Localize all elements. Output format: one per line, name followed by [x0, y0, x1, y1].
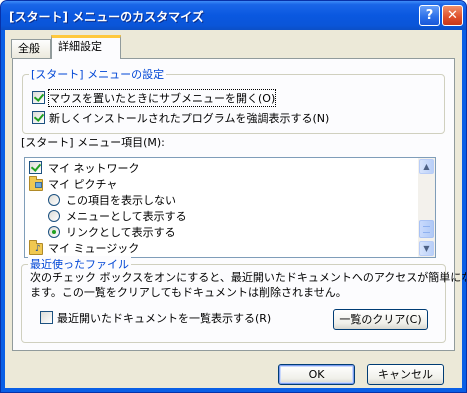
- scroll-thumb[interactable]: [419, 220, 434, 238]
- title-bar[interactable]: [スタート] メニューのカスタマイズ ? ✕: [1, 1, 466, 30]
- ok-button[interactable]: OK: [278, 364, 355, 385]
- list-item-label: マイ ミュージック: [48, 242, 140, 255]
- help-button[interactable]: ?: [419, 5, 440, 26]
- list-item-label: リンクとして表示する: [66, 226, 176, 239]
- start-menu-settings-label: [スタート] メニューの設定: [29, 66, 167, 82]
- my-pictures-folder-icon: [29, 176, 43, 191]
- scroll-up-button[interactable]: ▲: [419, 159, 434, 174]
- scroll-down-button[interactable]: ▼: [419, 241, 434, 256]
- highlight-new-programs-label[interactable]: 新しくインストールされたプログラムを強調表示する(N): [49, 110, 329, 126]
- start-menu-items-label: [スタート] メニュー項目(M):: [21, 136, 165, 149]
- list-item-label: マイ ピクチャ: [48, 178, 118, 191]
- tab-general[interactable]: 全般: [11, 39, 51, 58]
- window-title: [スタート] メニューのカスタマイズ: [9, 10, 204, 24]
- my-network-checkbox[interactable]: [29, 161, 42, 174]
- recent-documents-description-1: 次のチェック ボックスをオンにすると、最近開いたドキュメントへのアクセスが簡単に…: [30, 271, 467, 284]
- list-item-label: マイ ネットワーク: [48, 162, 140, 175]
- recent-documents-description-2: ます。この一覧をクリアしてもドキュメントは削除されません。: [30, 286, 347, 299]
- list-item-label: メニューとして表示する: [66, 210, 187, 223]
- cancel-button[interactable]: キャンセル: [367, 364, 444, 385]
- highlight-new-programs-checkbox[interactable]: [32, 111, 45, 124]
- tab-advanced[interactable]: 詳細設定: [51, 35, 121, 59]
- start-menu-items-list[interactable]: マイ ネットワーク マイ ピクチャ この項目を表示しない メニューとして表示する…: [24, 157, 436, 258]
- open-submenus-label[interactable]: マウスを置いたときにサブメニューを開く(O): [47, 89, 277, 107]
- clear-list-button[interactable]: 一覧のクリア(C): [333, 309, 428, 330]
- list-scrollbar[interactable]: ▲ ▼: [418, 158, 435, 257]
- list-recent-documents-checkbox[interactable]: [40, 311, 53, 324]
- radio-button[interactable]: [48, 210, 60, 222]
- radio-button[interactable]: [48, 226, 60, 238]
- close-button[interactable]: ✕: [442, 5, 463, 26]
- list-recent-documents-label[interactable]: 最近開いたドキュメントを一覧表示する(R): [57, 310, 271, 326]
- my-music-folder-icon: ♪: [29, 240, 43, 255]
- open-submenus-checkbox[interactable]: [32, 91, 45, 104]
- customize-start-menu-dialog: [スタート] メニューのカスタマイズ ? ✕ 全般 詳細設定 [スタート] メニ…: [0, 0, 467, 393]
- radio-button[interactable]: [48, 194, 60, 206]
- dialog-client-area: 全般 詳細設定 [スタート] メニューの設定 マウスを置いたときにサブメニューを…: [5, 30, 466, 388]
- list-item-label: この項目を表示しない: [66, 194, 176, 207]
